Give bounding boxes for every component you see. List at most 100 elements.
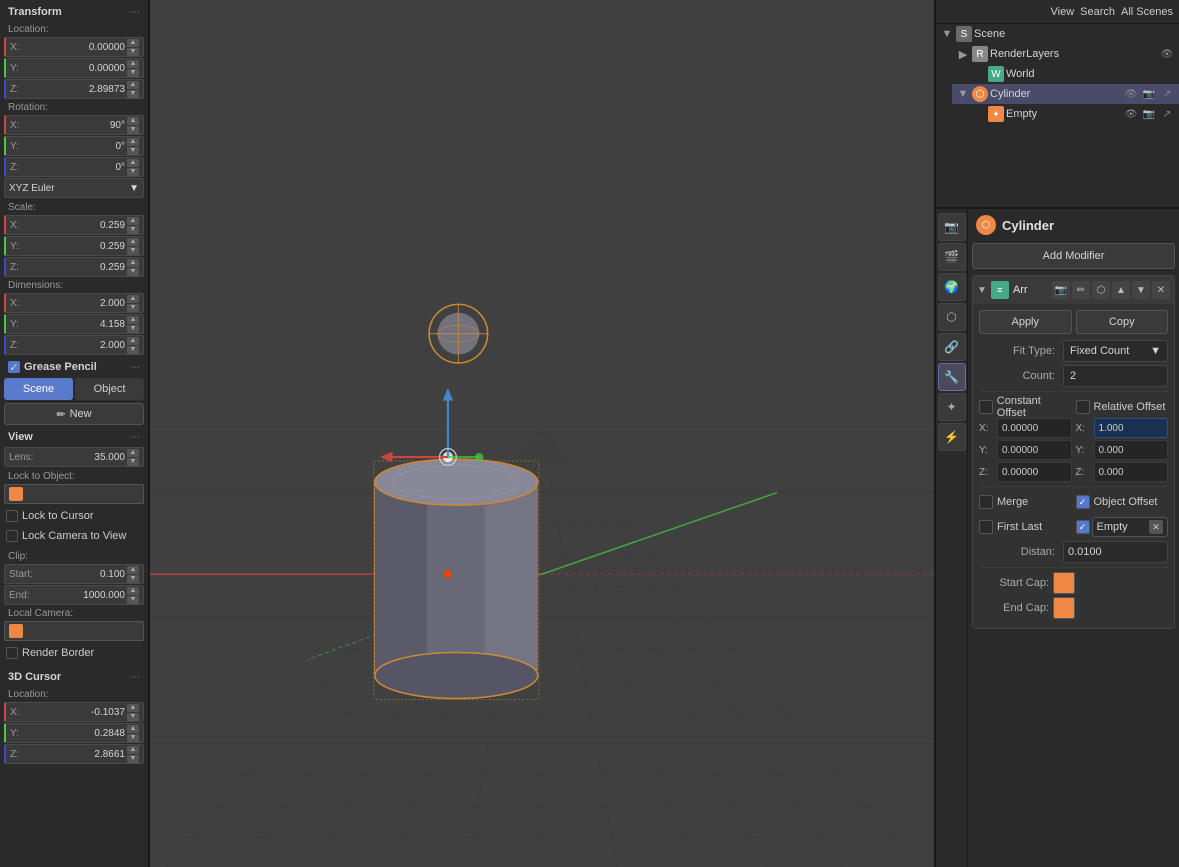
lens-field[interactable]: Lens: 35.000 ▲▼ — [4, 447, 144, 467]
clip-start-up[interactable]: ▲ — [127, 566, 139, 574]
rot-x-down[interactable]: ▼ — [127, 126, 139, 134]
mod-cage-btn[interactable]: ⬡ — [1092, 281, 1110, 299]
start-cap-swatch[interactable] — [1053, 572, 1075, 594]
cursor-3d-header[interactable]: 3D Cursor ⋯ — [4, 669, 144, 685]
mod-edit-btn[interactable]: ✏ — [1072, 281, 1090, 299]
empty-ref-checkbox[interactable]: ✓ — [1076, 520, 1090, 534]
scale-x-up[interactable]: ▲ — [127, 217, 139, 225]
relative-offset-checkbox[interactable] — [1076, 400, 1090, 414]
cursor-x-down[interactable]: ▼ — [127, 713, 139, 721]
empty-field[interactable]: Empty ✕ — [1092, 517, 1169, 537]
rot-z-down[interactable]: ▼ — [127, 168, 139, 176]
modifier-props-btn[interactable]: 🔧 — [938, 363, 966, 391]
renderlayers-expand-icon[interactable]: ▶ — [956, 47, 970, 61]
euler-select[interactable]: XYZ Euler ▼ — [4, 178, 144, 198]
rot-y-down[interactable]: ▼ — [127, 147, 139, 155]
rot-x-field[interactable]: X: 90° ▲▼ — [4, 115, 144, 135]
grease-pencil-header[interactable]: ✓ Grease Pencil ⋯ — [4, 359, 144, 375]
rot-x-up[interactable]: ▲ — [127, 117, 139, 125]
dim-z-down[interactable]: ▼ — [127, 346, 139, 354]
const-x-row[interactable]: X: 0.00000 — [979, 418, 1072, 438]
empty-field-row[interactable]: ✓ Empty ✕ — [1076, 516, 1169, 538]
local-camera-field[interactable] — [4, 621, 144, 641]
clip-end-up[interactable]: ▲ — [127, 587, 139, 595]
dim-x-field[interactable]: X: 2.000 ▲▼ — [4, 293, 144, 313]
loc-y-field[interactable]: Y: 0.00000 ▲▼ — [4, 58, 144, 78]
cylinder-render-btn[interactable]: 📷 — [1141, 86, 1157, 102]
render-border-checkbox[interactable] — [6, 647, 18, 659]
add-modifier-button[interactable]: Add Modifier — [972, 243, 1175, 269]
dim-x-up[interactable]: ▲ — [127, 295, 139, 303]
rot-y-up[interactable]: ▲ — [127, 138, 139, 146]
object-offset-check-row[interactable]: ✓ Object Offset — [1076, 491, 1169, 513]
mod-render-btn[interactable]: 📷 — [1052, 281, 1070, 299]
end-cap-swatch[interactable] — [1053, 597, 1075, 619]
dim-y-up[interactable]: ▲ — [127, 316, 139, 324]
constant-offset-checkbox[interactable] — [979, 400, 993, 414]
const-z-row[interactable]: Z: 0.00000 — [979, 462, 1072, 482]
rel-x-value[interactable]: 1.000 — [1094, 418, 1169, 438]
object-props-btn[interactable]: ⬡ — [938, 303, 966, 331]
loc-y-up[interactable]: ▲ — [127, 60, 139, 68]
count-field[interactable]: 2 — [1063, 365, 1168, 387]
renderlayers-vis-btn[interactable]: 👁 — [1159, 46, 1175, 62]
empty-close-btn[interactable]: ✕ — [1149, 520, 1163, 534]
rot-z-up[interactable]: ▲ — [127, 159, 139, 167]
scene-tab-button[interactable]: Scene — [4, 378, 73, 400]
constraint-props-btn[interactable]: 🔗 — [938, 333, 966, 361]
cursor-z-up[interactable]: ▲ — [127, 746, 139, 754]
cursor-x-field[interactable]: X: -0.1037 ▲▼ — [4, 702, 144, 722]
merge-check-row[interactable]: Merge — [979, 491, 1072, 513]
cursor-z-field[interactable]: Z: 2.8661 ▲▼ — [4, 744, 144, 764]
rot-z-field[interactable]: Z: 0° ▲▼ — [4, 157, 144, 177]
lock-cursor-row[interactable]: Lock to Cursor — [4, 506, 144, 526]
cursor-x-up[interactable]: ▲ — [127, 704, 139, 712]
object-tab-button[interactable]: Object — [75, 378, 144, 400]
lock-object-field[interactable] — [4, 484, 144, 504]
render-border-row[interactable]: Render Border — [4, 643, 144, 663]
dim-y-field[interactable]: Y: 4.158 ▲▼ — [4, 314, 144, 334]
physics-props-btn[interactable]: ⚡ — [938, 423, 966, 451]
rel-y-value[interactable]: 0.000 — [1094, 440, 1169, 460]
const-z-value[interactable]: 0.00000 — [997, 462, 1072, 482]
cursor-z-down[interactable]: ▼ — [127, 755, 139, 763]
lock-cursor-checkbox[interactable] — [6, 510, 18, 522]
clip-start-field[interactable]: Start: 0.100 ▲▼ — [4, 564, 144, 584]
scale-y-field[interactable]: Y: 0.259 ▲▼ — [4, 236, 144, 256]
rel-x-row[interactable]: X: 1.000 — [1076, 418, 1169, 438]
mod-up-btn[interactable]: ▲ — [1112, 281, 1130, 299]
rot-y-field[interactable]: Y: 0° ▲▼ — [4, 136, 144, 156]
lens-down[interactable]: ▼ — [127, 458, 139, 466]
lock-camera-row[interactable]: Lock Camera to View — [4, 526, 144, 546]
world-props-btn[interactable]: 🌍 — [938, 273, 966, 301]
dim-z-up[interactable]: ▲ — [127, 337, 139, 345]
cylinder-vis-btn[interactable]: 👁 — [1123, 86, 1139, 102]
first-last-checkbox[interactable] — [979, 520, 993, 534]
modifier-header[interactable]: ▼ ≡ Arr 📷 ✏ ⬡ ▲ ▼ ✕ — [973, 276, 1174, 304]
scale-y-down[interactable]: ▼ — [127, 247, 139, 255]
copy-button[interactable]: Copy — [1076, 310, 1169, 334]
empty-vis-btn[interactable]: 👁 — [1123, 106, 1139, 122]
first-last-check-row[interactable]: First Last — [979, 516, 1072, 538]
cursor-y-down[interactable]: ▼ — [127, 734, 139, 742]
fit-type-select[interactable]: Fixed Count ▼ — [1063, 340, 1168, 362]
loc-y-down[interactable]: ▼ — [127, 69, 139, 77]
apply-button[interactable]: Apply — [979, 310, 1072, 334]
cylinder-sel-btn[interactable]: ↗ — [1159, 86, 1175, 102]
cylinder-expand-icon[interactable]: ▼ — [956, 87, 970, 101]
outliner-world-row[interactable]: ▶ W World — [968, 64, 1179, 84]
clip-end-down[interactable]: ▼ — [127, 596, 139, 604]
view-menu[interactable]: View — [1051, 6, 1075, 18]
object-offset-checkbox[interactable]: ✓ — [1076, 495, 1090, 509]
dim-y-down[interactable]: ▼ — [127, 325, 139, 333]
relative-offset-check-row[interactable]: Relative Offset — [1076, 396, 1169, 418]
scale-y-up[interactable]: ▲ — [127, 238, 139, 246]
empty-sel-btn[interactable]: ↗ — [1159, 106, 1175, 122]
lock-camera-checkbox[interactable] — [6, 530, 18, 542]
cursor-y-up[interactable]: ▲ — [127, 725, 139, 733]
scale-x-field[interactable]: X: 0.259 ▲▼ — [4, 215, 144, 235]
scale-x-down[interactable]: ▼ — [127, 226, 139, 234]
rel-z-row[interactable]: Z: 0.000 — [1076, 462, 1169, 482]
dim-z-field[interactable]: Z: 2.000 ▲▼ — [4, 335, 144, 355]
clip-end-field[interactable]: End: 1000.000 ▲▼ — [4, 585, 144, 605]
